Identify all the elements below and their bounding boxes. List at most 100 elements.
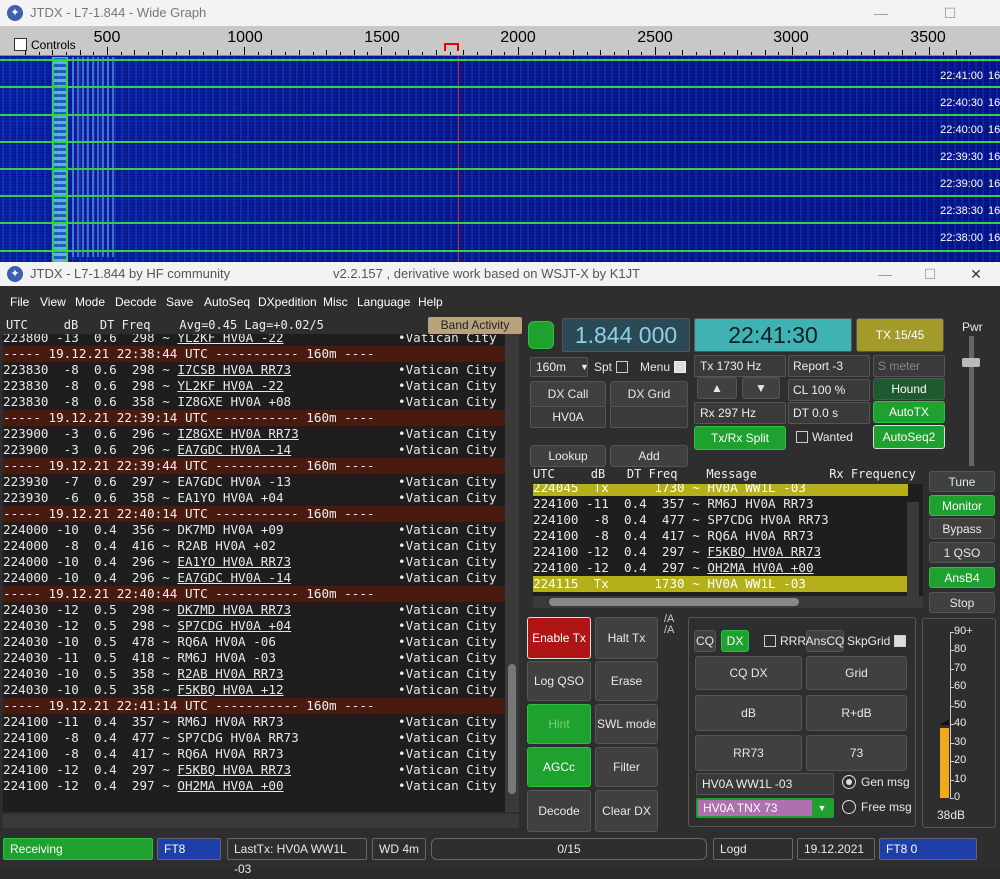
tx-message-row[interactable]: 224115 Tx 1730 ~ HV0A WW1L -03 [533, 576, 908, 592]
scrollbar-thumb[interactable] [549, 598, 799, 606]
menu-autoseq[interactable]: AutoSeq [204, 295, 250, 309]
tune-button[interactable]: Tune [929, 471, 995, 492]
decode-message[interactable]: YL2KF HV0A -22 [177, 334, 283, 345]
decode-row[interactable]: 223900 -3 0.6 296 ~ EA7GDC HV0A -14 •Vati… [3, 442, 505, 458]
decode-row[interactable]: 224100 -12 0.4 297 ~ F5KBQ HV0A RR73 [533, 544, 908, 560]
swl-mode-button[interactable]: SWL mode [595, 704, 658, 744]
period-separator-row[interactable]: ----- 19.12.21 22:38:44 UTC ----------- … [3, 346, 505, 362]
dx-grid-button[interactable]: DX Grid [610, 381, 688, 407]
decode-row[interactable]: 224100 -8 0.4 477 ~ SP7CDG HV0A RR73 •Vat… [3, 730, 505, 746]
decode-message[interactable]: OH2MA HV0A +00 [707, 560, 813, 575]
band-select[interactable]: 160m ▼ [530, 357, 589, 377]
rr73-button[interactable]: RR73 [695, 735, 802, 771]
horizontal-scrollbar[interactable] [533, 596, 923, 608]
decode-row[interactable]: 224000 -10 0.4 296 ~ EA7GDC HV0A -14 •Vat… [3, 570, 505, 586]
spt-checkbox[interactable]: Spt [594, 360, 632, 374]
controls-checkbox[interactable]: Controls [14, 38, 76, 52]
agcc-button[interactable]: AGCc [527, 747, 591, 787]
erase-button[interactable]: Erase [595, 661, 658, 701]
vertical-scrollbar[interactable] [907, 502, 919, 597]
menu-decode[interactable]: Decode [115, 295, 156, 309]
decode-message[interactable]: OH2MA HV0A +00 [177, 778, 283, 793]
dx-button[interactable]: DX [721, 630, 749, 652]
decode-row[interactable]: 224000 -10 0.4 356 ~ DK7MD HV0A +09 •Vati… [3, 522, 505, 538]
minimize-icon[interactable]: — [858, 0, 904, 26]
free-message-select[interactable]: HV0A TNX 73 ▼ [696, 798, 834, 818]
maximize-icon[interactable]: ☐ [927, 0, 973, 26]
decode-row[interactable]: 224100 -12 0.4 297 ~ OH2MA HV0A +00 [533, 560, 908, 576]
gen-msg-radio[interactable]: Gen msg [842, 775, 910, 789]
band-activity-list[interactable]: 223800 -13 0.6 298 ~ YL2KF HV0A -22 •Vati… [3, 334, 505, 812]
decode-message[interactable]: F5KBQ HV0A RR73 [177, 762, 291, 777]
enable-tx-button[interactable]: Enable Tx [527, 617, 591, 659]
add-button[interactable]: Add [610, 445, 688, 467]
rrr-checkbox[interactable]: RRR [760, 634, 806, 648]
dx-call-button[interactable]: DX Call [530, 381, 606, 407]
tx-message-row[interactable]: 224045 Tx 1730 ~ HV0A WW1L -03 [533, 484, 908, 496]
period-separator-row[interactable]: ----- 19.12.21 22:39:44 UTC ----------- … [3, 458, 505, 474]
up-arrow-icon[interactable]: ▲ [697, 377, 737, 399]
decode-row[interactable]: 223930 -7 0.6 297 ~ EA7GDC HV0A -13 •Vati… [3, 474, 505, 490]
decode-row[interactable]: 224100 -12 0.4 297 ~ F5KBQ HV0A RR73 •Vat… [3, 762, 505, 778]
menu-save[interactable]: Save [166, 295, 193, 309]
decode-row[interactable]: 223830 -8 0.6 298 ~ YL2KF HV0A -22 •Vatic… [3, 378, 505, 394]
decode-row[interactable]: 224030 -10 0.5 358 ~ R2AB HV0A RR73 •Vati… [3, 666, 505, 682]
close-icon[interactable]: ✕ [953, 261, 999, 287]
decode-row[interactable]: 224030 -12 0.5 298 ~ SP7CDG HV0A +04 •Vat… [3, 618, 505, 634]
bypass-button[interactable]: Bypass [929, 518, 995, 539]
hint-button[interactable]: Hint [527, 704, 591, 744]
anscq-button[interactable]: AnsCQ [806, 630, 844, 652]
decode-row[interactable]: 224100 -12 0.4 297 ~ OH2MA HV0A +00 •Vati… [3, 778, 505, 794]
decode-message[interactable]: R2AB HV0A RR73 [177, 666, 283, 681]
decode-row[interactable]: 224100 -8 0.4 417 ~ RQ6A HV0A RR73 [533, 528, 908, 544]
grid-button[interactable]: Grid [806, 656, 907, 690]
wanted-checkbox[interactable]: Wanted [792, 430, 853, 444]
tx-frequency-spinbox[interactable]: Tx 1730 Hz [694, 355, 786, 377]
decode-row[interactable]: 224030 -10 0.5 478 ~ RQ6A HV0A -06 •Vatic… [3, 634, 505, 650]
menu-checkbox[interactable]: Menu [640, 360, 690, 374]
period-separator-row[interactable]: ----- 19.12.21 22:40:14 UTC ----------- … [3, 506, 505, 522]
period-separator-row[interactable]: ----- 19.12.21 22:41:14 UTC ----------- … [3, 698, 505, 714]
menu-file[interactable]: File [10, 295, 29, 309]
decode-message[interactable]: I7CSB HV0A RR73 [177, 362, 291, 377]
power-slider[interactable] [969, 336, 974, 466]
tx-frequency-marker[interactable] [444, 43, 459, 51]
menu-misc[interactable]: Misc [323, 295, 348, 309]
dx-grid-input[interactable] [610, 406, 688, 428]
dt-spinbox[interactable]: DT 0.0 s [788, 402, 870, 424]
decode-message[interactable]: DK7MD HV0A RR73 [177, 602, 291, 617]
decode-row[interactable]: 224030 -10 0.5 358 ~ F5KBQ HV0A +12 •Vati… [3, 682, 505, 698]
cq-dx-button[interactable]: CQ DX [695, 656, 802, 690]
tx-rx-split-button[interactable]: Tx/Rx Split [694, 426, 786, 450]
decode-message[interactable]: YL2KF HV0A -22 [177, 378, 283, 393]
checkbox-icon[interactable] [796, 431, 808, 443]
ansb4-button[interactable]: AnsB4 [929, 567, 995, 588]
1-qso-button[interactable]: 1 QSO [929, 542, 995, 563]
vertical-scrollbar[interactable] [505, 334, 519, 812]
checkbox-icon[interactable] [894, 635, 907, 647]
power-slider-handle[interactable] [962, 358, 980, 367]
rx-frequency-list[interactable]: 224045 Tx 1730 ~ HV0A WW1L -03 224100 -11… [533, 484, 923, 596]
cq-button[interactable]: CQ [694, 630, 716, 652]
decode-row[interactable]: 224000 -8 0.4 416 ~ R2AB HV0A +02 •Vatica… [3, 538, 505, 554]
autotx-button[interactable]: AutoTX [873, 401, 945, 423]
decode-row[interactable]: 224030 -12 0.5 298 ~ DK7MD HV0A RR73 •Vat… [3, 602, 505, 618]
minimize-icon[interactable]: — [862, 261, 908, 287]
scrollbar-thumb[interactable] [508, 664, 516, 794]
period-separator-row[interactable]: ----- 19.12.21 22:39:14 UTC ----------- … [3, 410, 505, 426]
decode-row[interactable]: 223800 -13 0.6 298 ~ YL2KF HV0A -22 •Vati… [3, 334, 505, 346]
horizontal-scrollbar[interactable] [3, 814, 519, 828]
decode-row[interactable]: 224100 -11 0.4 357 ~ RM6J HV0A RR73 •Vati… [3, 714, 505, 730]
free-msg-radio[interactable]: Free msg [842, 800, 912, 814]
decode-row[interactable]: 223830 -8 0.6 298 ~ I7CSB HV0A RR73 •Vati… [3, 362, 505, 378]
period-separator-row[interactable]: ----- 19.12.21 22:40:44 UTC ----------- … [3, 586, 505, 602]
autoseq2-button[interactable]: AutoSeq2 [873, 425, 945, 449]
radio-unselected-icon[interactable] [842, 800, 856, 814]
decode-row[interactable]: 223930 -6 0.6 358 ~ EA1YO HV0A +04 •Vatic… [3, 490, 505, 506]
decode-row[interactable]: 224000 -10 0.4 296 ~ EA1YO HV0A RR73 •Vat… [3, 554, 505, 570]
rx-frequency-spinbox[interactable]: Rx 297 Hz [694, 402, 786, 424]
stop-button[interactable]: Stop [929, 592, 995, 613]
checkbox-icon[interactable] [674, 361, 687, 373]
log-qso-button[interactable]: Log QSO [527, 661, 591, 701]
decode-row[interactable]: 224100 -8 0.4 477 ~ SP7CDG HV0A RR73 [533, 512, 908, 528]
